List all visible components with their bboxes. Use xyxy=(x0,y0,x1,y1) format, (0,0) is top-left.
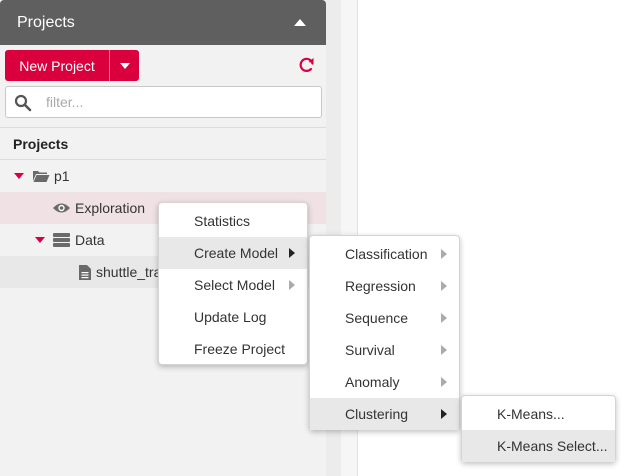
menu-item-survival[interactable]: Survival xyxy=(310,334,459,366)
menu-item-sequence[interactable]: Sequence xyxy=(310,302,459,334)
tree-item-label: shuttle_tra xyxy=(96,264,162,280)
tree-item-label: Data xyxy=(75,232,105,248)
submenu-arrow-icon xyxy=(441,281,447,291)
menu-item-statistics[interactable]: Statistics xyxy=(159,205,307,237)
menu-item-label: Sequence xyxy=(345,310,409,326)
sidebar-header[interactable]: Projects xyxy=(0,0,326,45)
tree-item-label: Exploration xyxy=(75,200,146,216)
sidebar-toolbar: New Project xyxy=(0,45,326,85)
menu-item-regression[interactable]: Regression xyxy=(310,270,459,302)
expand-caret-icon[interactable] xyxy=(35,237,45,243)
sidebar-header-title: Projects xyxy=(17,13,75,31)
expand-caret-icon[interactable] xyxy=(14,173,24,179)
new-project-button[interactable]: New Project xyxy=(5,50,110,81)
menu-item-clustering[interactable]: Clustering xyxy=(310,398,459,430)
submenu-arrow-icon xyxy=(289,280,295,290)
context-menu: Statistics Create Model Select Model Upd… xyxy=(158,202,308,365)
menu-item-freeze-project[interactable]: Freeze Project xyxy=(159,333,307,365)
menu-item-label: Clustering xyxy=(345,406,409,422)
menu-item-label: Regression xyxy=(345,278,416,294)
menu-item-create-model[interactable]: Create Model xyxy=(159,237,307,269)
collapse-caret-icon[interactable] xyxy=(294,19,306,26)
menu-item-label: Statistics xyxy=(194,213,251,229)
create-model-submenu: Classification Regression Sequence Survi… xyxy=(309,235,460,430)
menu-item-label: Freeze Project xyxy=(194,341,286,357)
database-icon xyxy=(53,233,70,247)
folder-open-icon xyxy=(33,171,50,182)
menu-item-select-model[interactable]: Select Model xyxy=(159,269,307,301)
refresh-icon[interactable] xyxy=(297,55,317,75)
tree-item-p1[interactable]: p1 xyxy=(0,160,326,192)
caret-down-icon xyxy=(119,62,130,69)
menu-item-k-means[interactable]: K-Means... xyxy=(462,398,615,430)
menu-item-label: Create Model xyxy=(194,245,279,261)
tree-item-label: p1 xyxy=(54,168,70,184)
filter-input[interactable] xyxy=(46,92,306,112)
submenu-arrow-icon xyxy=(441,377,447,387)
menu-item-label: Survival xyxy=(345,342,395,358)
submenu-arrow-icon xyxy=(441,249,447,259)
menu-item-label: K-Means Select... xyxy=(497,438,608,454)
submenu-arrow-icon xyxy=(289,248,295,258)
submenu-arrow-icon xyxy=(441,345,447,355)
menu-item-label: Update Log xyxy=(194,309,267,325)
projects-section-title: Projects xyxy=(0,127,326,160)
menu-item-label: Anomaly xyxy=(345,374,400,390)
menu-item-label: Select Model xyxy=(194,277,275,293)
menu-item-k-means-select[interactable]: K-Means Select... xyxy=(462,430,615,462)
submenu-arrow-icon xyxy=(441,313,447,323)
clustering-submenu: K-Means... K-Means Select... xyxy=(461,395,616,462)
menu-item-classification[interactable]: Classification xyxy=(310,238,459,270)
menu-item-update-log[interactable]: Update Log xyxy=(159,301,307,333)
file-icon xyxy=(79,264,91,280)
eye-icon xyxy=(53,203,70,213)
new-project-dropdown-button[interactable] xyxy=(110,50,139,81)
filter-search-box xyxy=(5,86,322,118)
new-project-button-group: New Project xyxy=(5,50,139,81)
submenu-arrow-icon xyxy=(441,409,447,419)
search-icon xyxy=(14,94,32,112)
menu-item-label: Classification xyxy=(345,246,428,262)
menu-item-anomaly[interactable]: Anomaly xyxy=(310,366,459,398)
menu-item-label: K-Means... xyxy=(497,406,565,422)
